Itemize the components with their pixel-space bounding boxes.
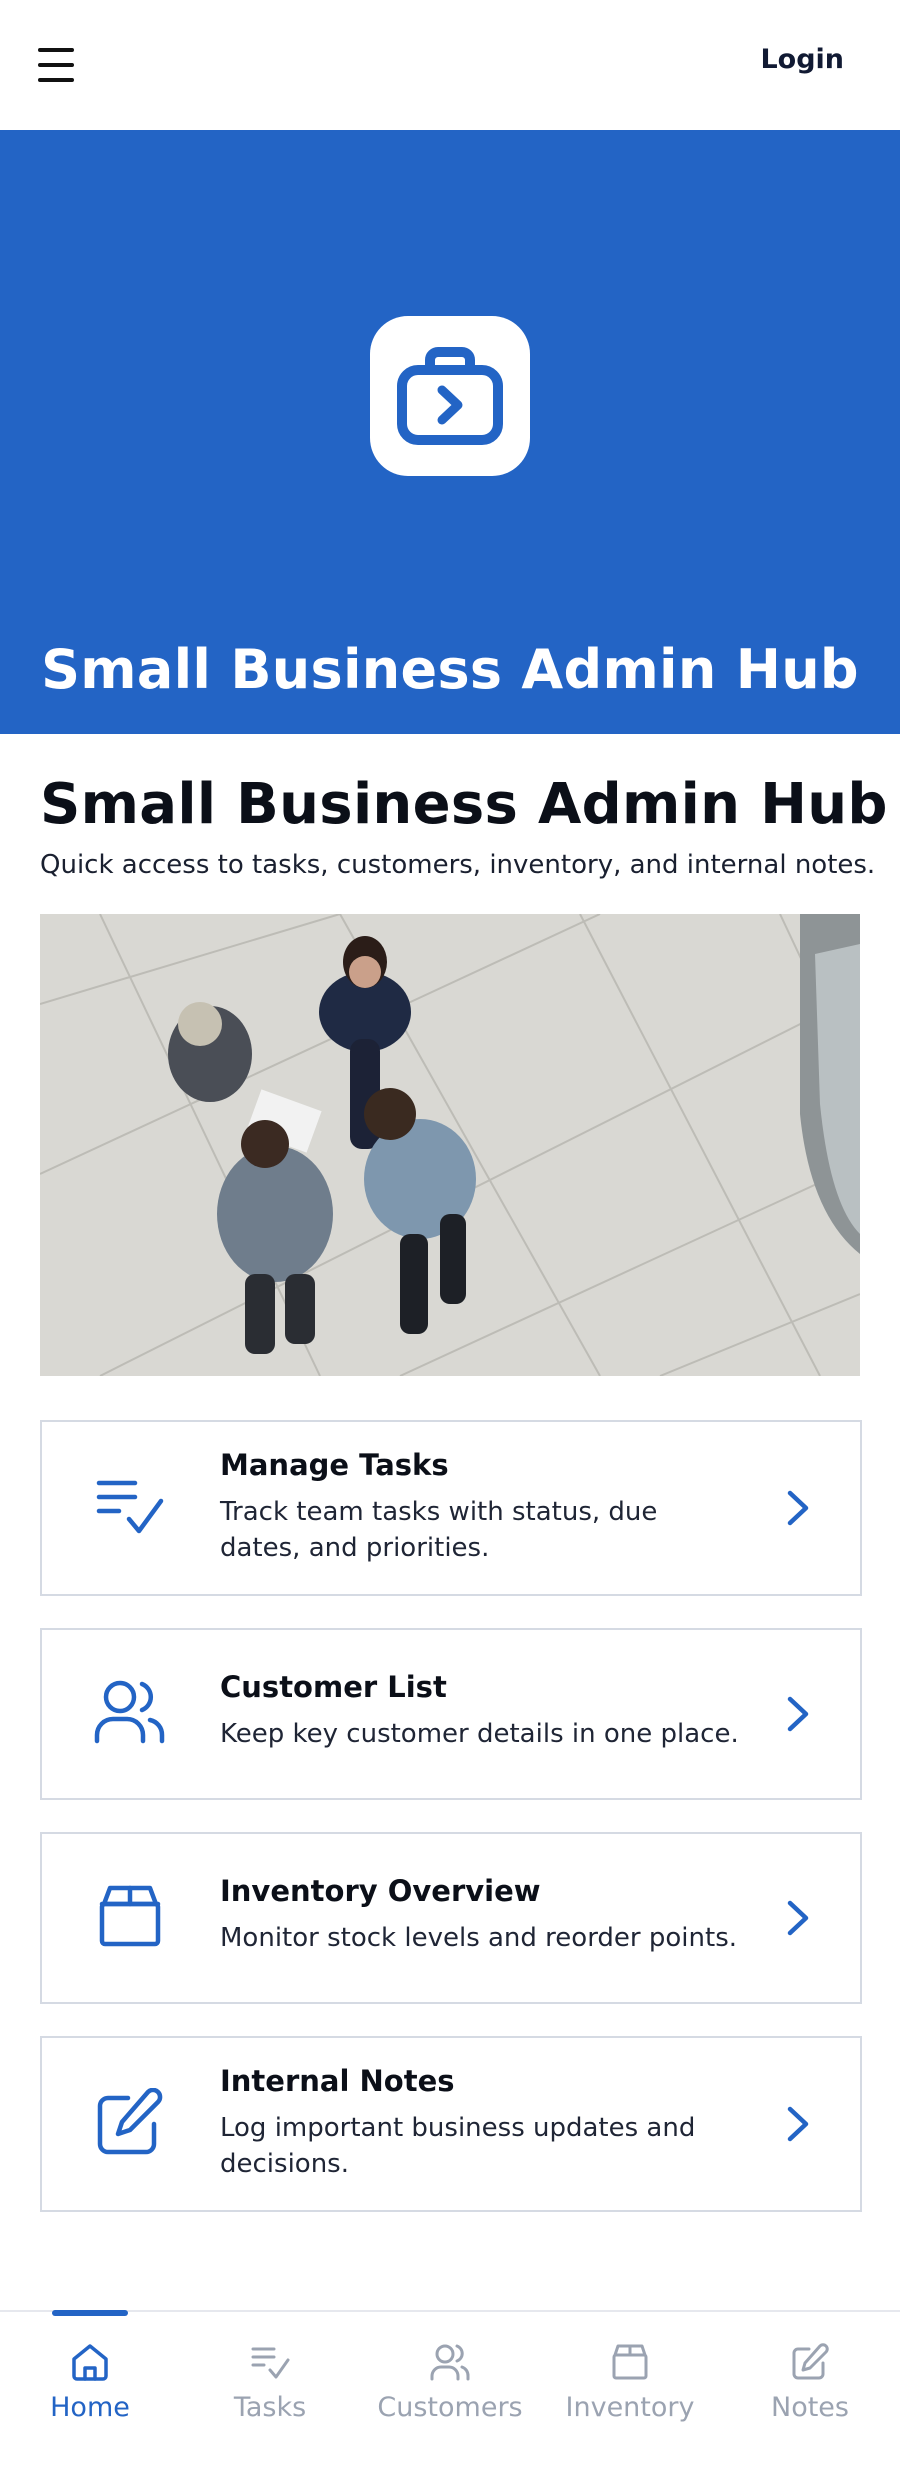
card-description: Track team tasks with status, due dates,… [220, 1497, 658, 1563]
card-title: Inventory Overview [220, 1874, 541, 1908]
internal-notes-card[interactable]: Internal Notes Log important business up… [40, 2036, 862, 2212]
card-title: Internal Notes [220, 2064, 455, 2098]
box-icon [608, 2340, 652, 2384]
nav-tasks[interactable]: Tasks [180, 2312, 360, 2490]
task-list-check-icon [248, 2340, 292, 2384]
task-list-check-icon [92, 1468, 168, 1544]
users-icon [92, 1674, 168, 1750]
box-icon [92, 1878, 168, 1954]
customer-list-card[interactable]: Customer List Keep key customer details … [40, 1628, 862, 1800]
card-description: Keep key customer details in one place. [220, 1719, 739, 1749]
manage-tasks-card[interactable]: Manage Tasks Track team tasks with statu… [40, 1420, 862, 1596]
page-title: Small Business Admin Hub [40, 772, 888, 837]
nav-label: Notes [771, 2392, 849, 2423]
page-subtitle: Quick access to tasks, customers, invent… [40, 850, 876, 880]
nav-label: Customers [377, 2392, 523, 2423]
top-app-bar: Login [0, 0, 900, 130]
edit-icon [92, 2084, 168, 2160]
active-tab-indicator [52, 2310, 128, 2316]
nav-label: Inventory [565, 2392, 695, 2423]
inventory-overview-card[interactable]: Inventory Overview Monitor stock levels … [40, 1832, 862, 2004]
home-icon [68, 2340, 112, 2384]
hero-banner: Small Business Admin Hub [0, 130, 900, 734]
users-icon [428, 2340, 472, 2384]
edit-icon [788, 2340, 832, 2384]
nav-notes[interactable]: Notes [720, 2312, 900, 2490]
chevron-right-icon [780, 1486, 816, 1530]
briefcase-arrow-icon [370, 316, 530, 476]
login-button[interactable]: Login [760, 44, 844, 75]
nav-customers[interactable]: Customers [360, 2312, 540, 2490]
nav-label: Home [50, 2392, 130, 2423]
card-title: Customer List [220, 1670, 447, 1704]
hamburger-icon[interactable] [38, 48, 74, 82]
card-title: Manage Tasks [220, 1448, 449, 1482]
card-description: Log important business updates and decis… [220, 2113, 696, 2179]
chevron-right-icon [780, 1692, 816, 1736]
nav-inventory[interactable]: Inventory [540, 2312, 720, 2490]
hero-title: Small Business Admin Hub [41, 638, 859, 701]
chevron-right-icon [780, 1896, 816, 1940]
team-meeting-photo [40, 914, 860, 1376]
card-description: Monitor stock levels and reorder points. [220, 1923, 738, 1953]
nav-home[interactable]: Home [0, 2310, 180, 2490]
nav-label: Tasks [233, 2392, 307, 2423]
bottom-navigation: Home Tasks Customers Inventory Notes [0, 2310, 900, 2490]
chevron-right-icon [780, 2102, 816, 2146]
